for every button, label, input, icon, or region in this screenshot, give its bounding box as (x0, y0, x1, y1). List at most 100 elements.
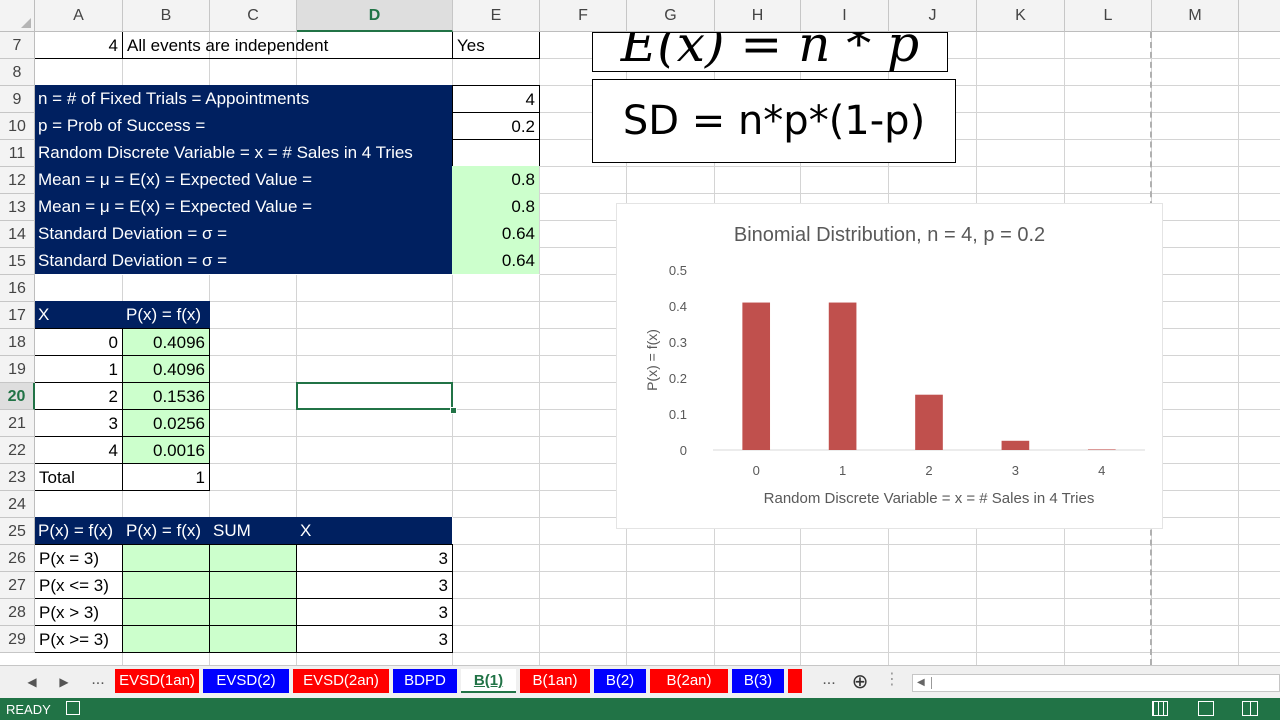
cell-e7-yes[interactable]: Yes (452, 31, 540, 59)
prob-header-d25[interactable]: X (296, 517, 453, 545)
x-value-20[interactable]: 2 (34, 382, 123, 410)
prob-sum-26[interactable] (209, 544, 297, 572)
column-header-m[interactable]: M (1152, 0, 1239, 32)
prob-x-26[interactable]: 3 (296, 544, 453, 572)
px-value-19[interactable]: 0.4096 (122, 355, 210, 383)
column-header-h[interactable]: H (715, 0, 801, 32)
row-header-11[interactable]: 11 (0, 140, 35, 167)
prob-sum-29[interactable] (209, 625, 297, 653)
label-cell-a12[interactable]: Mean = μ = E(x) = Expected Value = (34, 166, 453, 194)
tab-b3[interactable]: B(3) (732, 669, 784, 693)
prob-label-26[interactable]: P(x = 3) (34, 544, 123, 572)
column-header-f[interactable]: F (540, 0, 627, 32)
column-header-c[interactable]: C (210, 0, 297, 32)
prob-sum-27[interactable] (209, 571, 297, 599)
prob-label-27[interactable]: P(x <= 3) (34, 571, 123, 599)
new-sheet-plus-icon[interactable]: ⊕ (848, 670, 872, 694)
row-header-26[interactable]: 26 (0, 545, 35, 572)
x-value-18[interactable]: 0 (34, 328, 123, 356)
column-header-e[interactable]: E (453, 0, 540, 32)
next-sheet-icon[interactable]: ▶ (52, 670, 76, 694)
row-header-27[interactable]: 27 (0, 572, 35, 599)
value-e15[interactable]: 0.64 (452, 247, 540, 275)
std-dev-formula-box[interactable]: SD = n*p*(1-p) (592, 79, 956, 163)
row-header-28[interactable]: 28 (0, 599, 35, 626)
tab-split-handle[interactable]: ⋮ (880, 670, 904, 694)
row-header-7[interactable]: 7 (0, 32, 35, 59)
worksheet-grid[interactable]: 4 All events are independent Yes n = # of F… (0, 0, 1280, 665)
fill-handle[interactable] (450, 407, 457, 414)
tab-b1[interactable]: B(1) (461, 669, 516, 693)
column-header-k[interactable]: K (977, 0, 1065, 32)
prob-px-26[interactable] (122, 544, 210, 572)
row-header-15[interactable]: 15 (0, 248, 35, 275)
label-cell-a10[interactable]: p = Prob of Success = (34, 112, 453, 140)
scroll-thumb[interactable] (931, 677, 933, 689)
row-header-23[interactable]: 23 (0, 464, 35, 491)
label-cell-a15[interactable]: Standard Deviation = σ = (34, 247, 453, 275)
expected-value-formula-box[interactable]: E(x) = n * p (592, 32, 948, 72)
prev-sheet-icon[interactable]: ◀ (20, 670, 44, 694)
px-value-20[interactable]: 0.1536 (122, 382, 210, 410)
page-layout-view-icon[interactable] (1198, 701, 1214, 716)
px-value-22[interactable]: 0.0016 (122, 436, 210, 464)
value-e14[interactable]: 0.64 (452, 220, 540, 248)
column-header-l[interactable]: L (1065, 0, 1152, 32)
more-tabs-left-button[interactable]: ... (86, 670, 110, 694)
tab-b1an[interactable]: B(1an) (520, 669, 590, 693)
value-n[interactable]: 4 (452, 85, 540, 113)
column-header-d[interactable]: D (297, 0, 453, 32)
header-px[interactable]: P(x) = f(x) (122, 301, 210, 329)
column-header-i[interactable]: I (801, 0, 889, 32)
prob-x-28[interactable]: 3 (296, 598, 453, 626)
row-header-18[interactable]: 18 (0, 329, 35, 356)
row-header-13[interactable]: 13 (0, 194, 35, 221)
tab-b2an[interactable]: B(2an) (650, 669, 728, 693)
row-header-17[interactable]: 17 (0, 302, 35, 329)
x-value-21[interactable]: 3 (34, 409, 123, 437)
macro-record-icon[interactable] (66, 701, 80, 715)
more-tabs-right-button[interactable]: ... (817, 670, 841, 694)
cell-e11[interactable] (452, 139, 540, 167)
binomial-bar-chart[interactable]: Binomial Distribution, n = 4, p = 0.2 0 0.… (616, 203, 1163, 529)
prob-header-b25[interactable]: P(x) = f(x) (122, 517, 210, 545)
row-header-14[interactable]: 14 (0, 221, 35, 248)
px-value-21[interactable]: 0.0256 (122, 409, 210, 437)
value-e12[interactable]: 0.8 (452, 166, 540, 194)
column-header-j[interactable]: J (889, 0, 977, 32)
header-x[interactable]: X (34, 301, 123, 329)
scroll-left-icon[interactable]: ◀ (917, 675, 925, 691)
column-header-a[interactable]: A (35, 0, 123, 32)
column-header-g[interactable]: G (627, 0, 715, 32)
cell-b7-independent[interactable]: All events are independent (122, 31, 453, 59)
label-cell-a14[interactable]: Standard Deviation = σ = (34, 220, 453, 248)
row-header-9[interactable]: 9 (0, 86, 35, 113)
row-header-10[interactable]: 10 (0, 113, 35, 140)
prob-x-29[interactable]: 3 (296, 625, 453, 653)
prob-header-a25[interactable]: P(x) = f(x) (34, 517, 123, 545)
cell-a7[interactable]: 4 (34, 31, 123, 59)
tab-partial[interactable] (788, 669, 802, 693)
total-label[interactable]: Total (34, 463, 123, 491)
normal-view-icon[interactable] (1152, 701, 1168, 716)
row-header-16[interactable]: 16 (0, 275, 35, 302)
row-header-25[interactable]: 25 (0, 518, 35, 545)
row-header-20[interactable]: 20 (0, 383, 35, 410)
tab-evsd2[interactable]: EVSD(2) (203, 669, 289, 693)
prob-px-28[interactable] (122, 598, 210, 626)
prob-x-27[interactable]: 3 (296, 571, 453, 599)
row-header-21[interactable]: 21 (0, 410, 35, 437)
px-value-18[interactable]: 0.4096 (122, 328, 210, 356)
value-p[interactable]: 0.2 (452, 112, 540, 140)
value-e13[interactable]: 0.8 (452, 193, 540, 221)
page-break-preview-icon[interactable] (1242, 701, 1258, 716)
total-value[interactable]: 1 (122, 463, 210, 491)
label-cell-a9[interactable]: n = # of Fixed Trials = Appointments (34, 85, 453, 113)
horizontal-scrollbar[interactable]: ◀ (912, 674, 1280, 692)
prob-label-29[interactable]: P(x >= 3) (34, 625, 123, 653)
label-cell-a13[interactable]: Mean = μ = E(x) = Expected Value = (34, 193, 453, 221)
tab-b2[interactable]: B(2) (594, 669, 646, 693)
prob-px-29[interactable] (122, 625, 210, 653)
row-header-12[interactable]: 12 (0, 167, 35, 194)
prob-header-c25[interactable]: SUM (209, 517, 297, 545)
